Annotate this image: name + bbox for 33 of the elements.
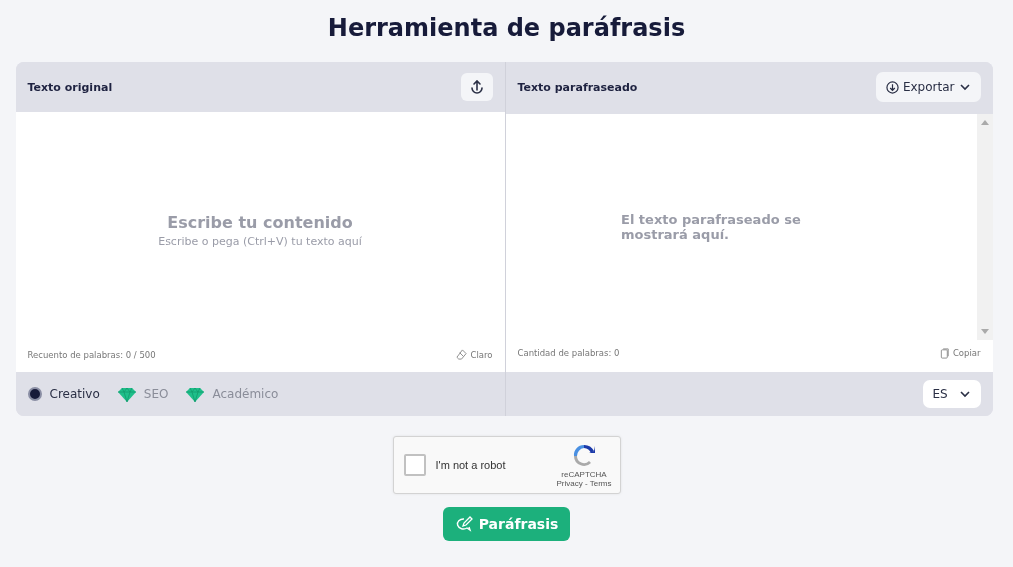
input-text-area[interactable]: Escribe tu contenido Escribe o pega (Ctrl+V) tu texto aquí — [15, 112, 505, 349]
scrollbar[interactable] — [976, 114, 993, 340]
mode-option[interactable]: SEO — [117, 386, 169, 402]
captcha-links[interactable]: Privacy - Terms — [556, 479, 612, 488]
download-icon — [885, 80, 899, 94]
radio-icon — [27, 387, 42, 401]
chevron-down-icon — [958, 81, 971, 93]
captcha-checkbox[interactable] — [403, 454, 426, 476]
paraphrase-button[interactable]: Paráfrasis — [442, 507, 571, 541]
chevron-down-icon — [958, 388, 971, 400]
upload-icon — [468, 79, 485, 95]
captcha-brand: reCAPTCHA — [561, 470, 607, 479]
upload-button[interactable] — [460, 73, 493, 101]
word-count: Recuento de palabras: 0 / 500 — [27, 349, 156, 360]
pen-icon — [454, 516, 473, 532]
gem-icon — [117, 386, 136, 402]
language-dropdown[interactable]: ES — [922, 380, 981, 408]
mode-option[interactable]: Académico — [186, 386, 279, 402]
placeholder-text: El texto parafraseado se mostrará aquí. — [621, 212, 802, 242]
panel-title: Texto original — [27, 80, 113, 94]
mode-option[interactable]: Creativo — [27, 387, 100, 401]
eraser-icon — [456, 349, 468, 360]
panel-title: Texto parafraseado — [517, 80, 638, 94]
clear-button[interactable]: Claro — [456, 349, 493, 360]
placeholder-text: Escribe o pega (Ctrl+V) tu texto aquí — [158, 235, 362, 248]
copy-icon — [939, 347, 950, 359]
gem-icon — [186, 386, 205, 402]
placeholder-heading: Escribe tu contenido — [167, 213, 353, 232]
copy-button[interactable]: Copiar — [939, 347, 981, 359]
captcha-label: I'm not a robot — [435, 459, 507, 471]
page-title: Herramienta de paráfrasis — [327, 14, 686, 42]
export-button[interactable]: Exportar — [875, 72, 981, 102]
word-count: Cantidad de palabras: 0 — [517, 348, 620, 358]
